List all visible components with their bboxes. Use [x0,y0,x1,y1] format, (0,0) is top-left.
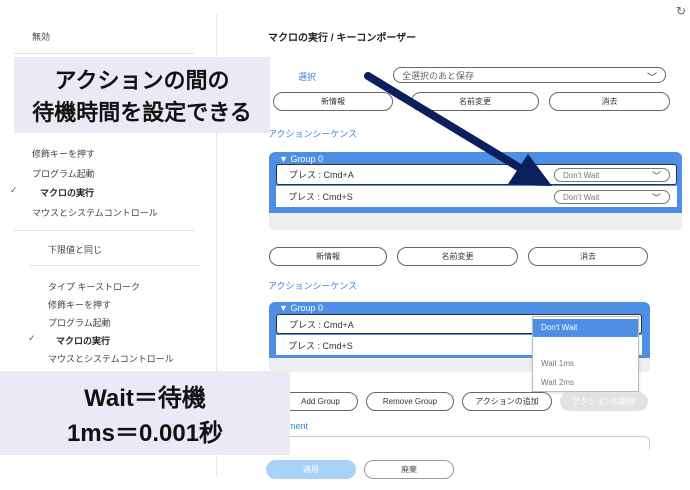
annotation-text: アクションの間の [54,68,230,93]
annotation-callout-top: アクションの間の 待機時間を設定できる [14,57,270,133]
annotation-text: Wait＝待機 [84,385,206,412]
annotation-callout-bottom: Wait＝待機 1ms＝0.001秒 [0,371,290,455]
annotation-text: 待機時間を設定できる [32,100,252,125]
annotation-text: 1ms＝0.001秒 [66,420,224,447]
